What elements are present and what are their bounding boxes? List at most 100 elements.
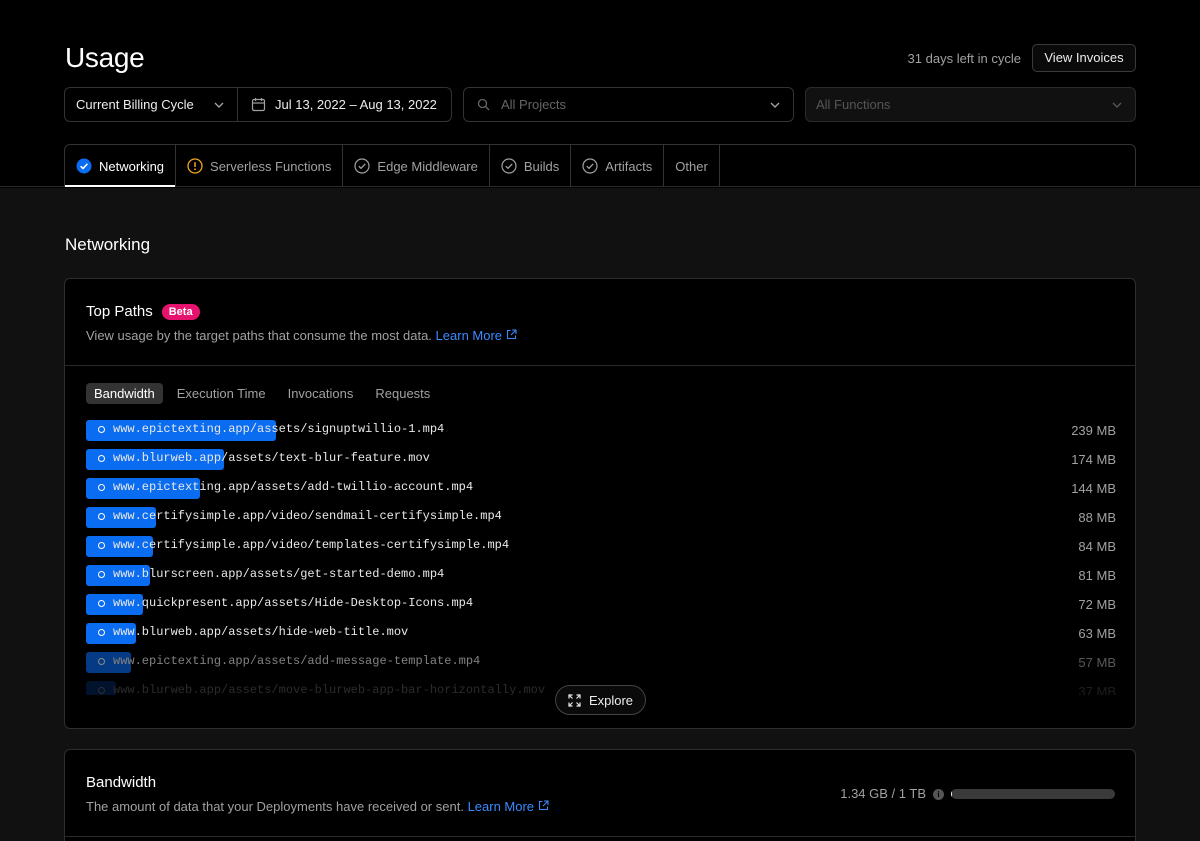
billing-filter-group: Current Billing Cycle Jul 13, 2022 – Aug…: [64, 87, 452, 122]
path-size: 174 MB: [1071, 452, 1116, 467]
external-link-icon: [506, 329, 517, 340]
subtab-bandwidth[interactable]: Bandwidth: [86, 383, 163, 404]
path-label: www.blurweb.app/assets/text-blur-feature…: [98, 451, 430, 465]
path-size: 81 MB: [1078, 568, 1116, 583]
cycle-remaining: 31 days left in cycle: [907, 51, 1021, 66]
tab-label: Other: [675, 158, 708, 174]
beta-badge: Beta: [161, 303, 200, 320]
path-label: www.blurscreen.app/assets/get-started-de…: [98, 567, 444, 581]
path-size: 84 MB: [1078, 539, 1116, 554]
path-size: 63 MB: [1078, 626, 1116, 641]
tab-label: Edge Middleware: [377, 158, 478, 174]
circle-icon: [98, 686, 105, 694]
path-label: www.quickpresent.app/assets/Hide-Desktop…: [98, 596, 473, 610]
tab-networking[interactable]: Networking: [65, 145, 177, 187]
functions-placeholder: All Functions: [816, 97, 891, 112]
chevron-down-icon: [770, 102, 780, 108]
check-circle-filled-icon: [76, 158, 92, 174]
circle-icon: [98, 512, 105, 520]
circle-icon: [98, 599, 105, 607]
tab-edge-middleware[interactable]: Edge Middleware: [343, 145, 490, 187]
warning-circle-icon: [187, 158, 203, 174]
circle-icon: [98, 454, 105, 462]
explore-label: Explore: [588, 692, 634, 708]
path-label: www.epictexting.app/assets/add-twillio-a…: [98, 480, 473, 494]
table-row[interactable]: www.certifysimple.app/video/sendmail-cer…: [86, 506, 1116, 535]
path-label: www.certifysimple.app/video/templates-ce…: [98, 538, 509, 552]
date-range-label: Jul 13, 2022 – Aug 13, 2022: [275, 97, 437, 112]
bandwidth-usage-bar: [951, 789, 1115, 799]
circle-icon: [98, 425, 105, 433]
path-label: www.blurweb.app/assets/move-blurweb-app-…: [98, 683, 545, 695]
search-icon: [477, 98, 490, 111]
path-text: www.blurweb.app/assets/move-blurweb-app-…: [113, 683, 546, 695]
circle-icon: [98, 628, 105, 636]
path-text: www.quickpresent.app/assets/Hide-Desktop…: [113, 596, 474, 610]
chevron-down-icon: [1112, 102, 1122, 108]
learn-more-link[interactable]: Learn More: [468, 799, 549, 814]
path-label: www.blurweb.app/assets/hide-web-title.mo…: [98, 625, 408, 639]
path-size: 144 MB: [1071, 481, 1116, 496]
billing-cycle-select[interactable]: Current Billing Cycle: [65, 88, 238, 121]
circle-icon: [98, 570, 105, 578]
top-paths-title: Top Paths: [86, 303, 153, 320]
info-icon[interactable]: i: [933, 789, 944, 800]
date-range-picker[interactable]: Jul 13, 2022 – Aug 13, 2022: [238, 88, 451, 121]
learn-more-label: Learn More: [435, 328, 503, 343]
path-text: www.epictexting.app/assets/signuptwillio…: [113, 422, 445, 436]
tab-label: Builds: [523, 158, 560, 174]
view-invoices-button[interactable]: View Invoices: [1032, 44, 1136, 72]
main-content: Networking Top Paths Beta View usage by …: [0, 188, 1200, 841]
top-paths-card: Top Paths Beta View usage by the target …: [64, 278, 1136, 729]
tab-label: Artifacts: [605, 158, 653, 174]
table-row[interactable]: www.epictexting.app/assets/signuptwillio…: [86, 419, 1116, 448]
bandwidth-subtitle: The amount of data that your Deployments…: [86, 799, 464, 814]
path-label: www.epictexting.app/assets/add-message-t…: [98, 654, 480, 668]
path-size: 37 MB: [1078, 684, 1116, 695]
table-row[interactable]: www.blurweb.app/assets/text-blur-feature…: [86, 448, 1116, 477]
check-circle-icon: [501, 158, 517, 174]
chevron-down-icon: [214, 102, 224, 108]
tab-other[interactable]: Other: [664, 145, 720, 187]
check-circle-icon: [354, 158, 371, 174]
path-text: www.epictexting.app/assets/add-message-t…: [113, 654, 481, 668]
bandwidth-usage-value: 1.34 GB / 1 TB: [840, 786, 926, 801]
projects-select[interactable]: All Projects: [463, 87, 794, 122]
path-text: www.blurweb.app/assets/hide-web-title.mo…: [113, 625, 409, 639]
table-row[interactable]: www.quickpresent.app/assets/Hide-Desktop…: [86, 593, 1116, 622]
path-size: 57 MB: [1078, 655, 1116, 670]
metric-subtabs: Bandwidth Execution Time Invocations Req…: [86, 383, 438, 404]
path-text: www.blurscreen.app/assets/get-started-de…: [113, 567, 445, 581]
circle-icon: [98, 483, 105, 491]
subtab-execution-time[interactable]: Execution Time: [169, 383, 274, 404]
expand-icon: [568, 693, 581, 707]
projects-placeholder: All Projects: [501, 97, 567, 112]
top-paths-subtitle: View usage by the target paths that cons…: [86, 328, 432, 343]
table-row[interactable]: www.blurweb.app/assets/hide-web-title.mo…: [86, 622, 1116, 651]
page-title: Usage: [65, 42, 145, 73]
path-size: 239 MB: [1071, 423, 1116, 438]
billing-cycle-label: Current Billing Cycle: [76, 97, 194, 112]
tab-artifacts[interactable]: Artifacts: [571, 145, 665, 187]
tab-serverless-functions[interactable]: Serverless Functions: [176, 145, 344, 187]
path-text: www.blurweb.app/assets/text-blur-feature…: [113, 451, 430, 465]
functions-select[interactable]: All Functions: [805, 87, 1136, 122]
path-text: www.certifysimple.app/video/sendmail-cer…: [113, 509, 502, 523]
table-row[interactable]: www.epictexting.app/assets/add-twillio-a…: [86, 477, 1116, 506]
learn-more-link[interactable]: Learn More: [436, 328, 517, 343]
table-row[interactable]: www.epictexting.app/assets/add-message-t…: [86, 651, 1116, 680]
table-row[interactable]: www.certifysimple.app/video/templates-ce…: [86, 535, 1116, 564]
subtab-invocations[interactable]: Invocations: [280, 383, 362, 404]
circle-icon: [98, 657, 105, 665]
table-row[interactable]: www.blurscreen.app/assets/get-started-de…: [86, 564, 1116, 593]
external-link-icon: [538, 800, 549, 811]
tab-builds[interactable]: Builds: [490, 145, 572, 187]
path-label: www.epictexting.app/assets/signuptwillio…: [98, 422, 444, 436]
circle-icon: [98, 541, 105, 549]
subtab-requests[interactable]: Requests: [367, 383, 438, 404]
check-circle-icon: [582, 158, 598, 174]
path-size: 88 MB: [1078, 510, 1116, 525]
explore-button[interactable]: Explore: [555, 685, 646, 715]
path-size: 72 MB: [1078, 597, 1116, 612]
header: Usage 31 days left in cycle View Invoice…: [0, 0, 1200, 187]
